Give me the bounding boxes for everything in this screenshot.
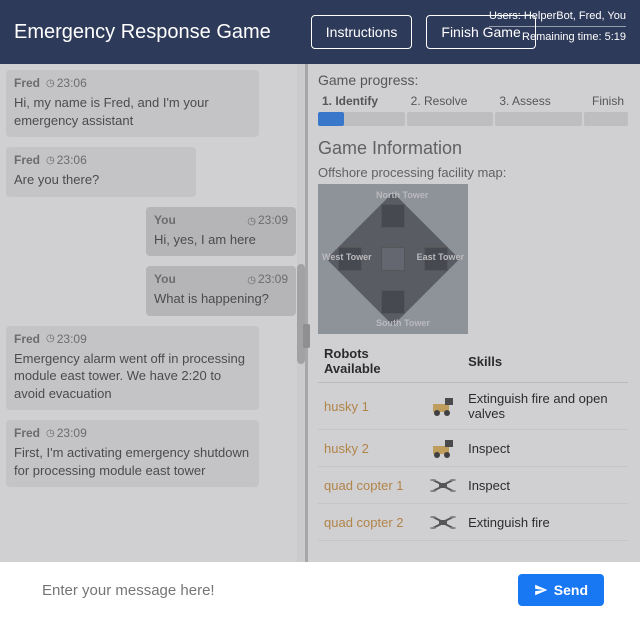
progress-fill (318, 112, 344, 126)
table-header-skills: Skills (462, 340, 628, 383)
robot-skills: Extinguish fire (462, 504, 628, 541)
table-row: husky 1 Extinguish fire and open valves (318, 383, 628, 430)
table-row: quad copter 1 Inspect (318, 467, 628, 504)
husky-icon (424, 430, 462, 467)
message-input[interactable] (36, 572, 510, 609)
map-caption: Offshore processing facility map: (318, 165, 628, 180)
robot-name: quad copter 2 (318, 504, 424, 541)
chat-time: 23:09 (57, 426, 87, 440)
chat-sender: You (154, 213, 176, 227)
robots-table: Robots Available Skills husky 1 Extingui… (318, 340, 628, 541)
chat-sender: Fred (14, 76, 40, 90)
clock-icon: ◷ (46, 155, 55, 166)
progress-seg-1 (318, 112, 405, 126)
progress-label: Game progress: (318, 72, 628, 88)
progress-step-assess: 3. Assess (495, 92, 584, 110)
robot-name: husky 1 (318, 383, 424, 430)
instructions-button[interactable]: Instructions (311, 15, 413, 49)
top-bar: Emergency Response Game Instructions Fin… (0, 0, 640, 64)
progress-step-identify: 1. Identify (318, 92, 407, 110)
send-button[interactable]: Send (518, 574, 604, 606)
chat-message: You ◷23:09 Hi, yes, I am here (146, 207, 296, 257)
progress-step-resolve: 2. Resolve (407, 92, 496, 110)
clock-icon: ◷ (247, 216, 256, 227)
chat-time: 23:09 (258, 272, 288, 286)
map-module (381, 204, 405, 228)
chat-time: 23:06 (57, 153, 87, 167)
progress-seg-2 (407, 112, 494, 126)
progress-seg-3 (495, 112, 582, 126)
chat-text: First, I'm activating emergency shutdown… (14, 444, 251, 479)
chat-message: Fred ◷23:06 Hi, my name is Fred, and I'm … (6, 70, 259, 137)
table-header-icon (424, 340, 462, 383)
clock-icon: ◷ (46, 428, 55, 439)
progress-bar (318, 112, 628, 126)
husky-icon (424, 383, 462, 430)
progress-seg-finish (584, 112, 628, 126)
send-label: Send (554, 582, 588, 598)
chat-text: What is happening? (154, 290, 288, 308)
main-content: Fred◷23:06 Hi, my name is Fred, and I'm … (0, 64, 640, 562)
chat-text: Emergency alarm went off in processing m… (14, 350, 251, 403)
clock-icon: ◷ (46, 333, 55, 344)
table-row: husky 2 Inspect (318, 430, 628, 467)
map-module (381, 247, 405, 271)
map-label-west: West Tower (322, 252, 372, 262)
chat-time: 23:09 (57, 332, 87, 346)
robot-skills: Inspect (462, 430, 628, 467)
chat-sender: You (154, 272, 176, 286)
chat-scroll-thumb[interactable] (297, 264, 305, 364)
info-column: Game progress: 1. Identify 2. Resolve 3.… (305, 64, 640, 562)
column-resize-handle[interactable] (303, 324, 310, 348)
chat-message: Fred ◷23:09 Emergency alarm went off in p… (6, 326, 259, 411)
app-title: Emergency Response Game (14, 21, 271, 44)
map-label-south: South Tower (376, 318, 430, 328)
table-row: quad copter 2 Extinguish fire (318, 504, 628, 541)
drone-icon (424, 467, 462, 504)
chat-sender: Fred (14, 153, 40, 167)
chat-message: Fred ◷23:06 Are you there? (6, 147, 196, 197)
robot-name: husky 2 (318, 430, 424, 467)
chat-text: Are you there? (14, 171, 188, 189)
robot-name: quad copter 1 (318, 467, 424, 504)
chat-text: Hi, my name is Fred, and I'm your emerge… (14, 94, 251, 129)
progress-steps: 1. Identify 2. Resolve 3. Assess Finish (318, 92, 628, 110)
robot-skills: Extinguish fire and open valves (462, 383, 628, 430)
chat-sender: Fred (14, 426, 40, 440)
chat-scrollbar[interactable] (297, 64, 305, 562)
clock-icon: ◷ (46, 78, 55, 89)
map-label-east: East Tower (417, 252, 464, 262)
chat-message: You ◷23:09 What is happening? (146, 266, 296, 316)
facility-map: North Tower South Tower West Tower East … (318, 184, 468, 334)
users-line: Users: HelperBot, Fred, You (489, 10, 626, 27)
info-section-title: Game Information (318, 138, 628, 159)
chat-time: 23:09 (258, 213, 288, 227)
chat-sender: Fred (14, 332, 40, 346)
map-module (381, 290, 405, 314)
send-icon (534, 583, 548, 597)
clock-icon: ◷ (247, 275, 256, 286)
map-label-north: North Tower (376, 190, 428, 200)
timer-line: Remaining time: 5:19 (489, 31, 626, 43)
chat-time: 23:06 (57, 76, 87, 90)
composer-bar: Send (0, 562, 640, 618)
robot-skills: Inspect (462, 467, 628, 504)
progress-step-finish: Finish (584, 92, 628, 110)
chat-column: Fred◷23:06 Hi, my name is Fred, and I'm … (0, 64, 305, 562)
drone-icon (424, 504, 462, 541)
top-right-info: Users: HelperBot, Fred, You Remaining ti… (489, 10, 626, 43)
chat-message: Fred ◷23:09 First, I'm activating emergen… (6, 420, 259, 487)
table-header-robots: Robots Available (318, 340, 424, 383)
chat-text: Hi, yes, I am here (154, 231, 288, 249)
